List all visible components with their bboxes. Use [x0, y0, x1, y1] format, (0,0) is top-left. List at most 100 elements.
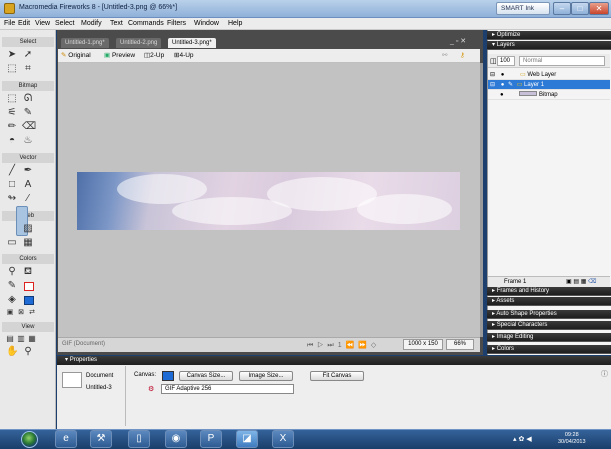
properties-header[interactable]: ▾ Properties — [57, 356, 611, 365]
menu-window[interactable]: Window — [194, 19, 219, 29]
full-screen-icon[interactable]: ▦ — [26, 333, 38, 345]
opacity-field[interactable]: 100 — [497, 56, 515, 66]
hide-slices-icon[interactable]: ▦ — [22, 237, 34, 249]
rectangle-tool-icon[interactable]: □ — [6, 179, 18, 191]
slice-tool-icon[interactable]: ▨ — [22, 223, 34, 235]
brush-tool-icon[interactable]: ✎ — [22, 107, 34, 119]
new-sublayer-icon[interactable]: ▣ — [566, 279, 572, 285]
pencil-lock-icon[interactable]: ✎ — [508, 82, 513, 88]
taskbar-clock[interactable]: 09:28 30/04/2013 — [558, 432, 586, 446]
menu-view[interactable]: View — [35, 19, 50, 29]
line-tool-icon[interactable]: ╱ — [6, 165, 18, 177]
fill-color-swatch[interactable] — [24, 296, 34, 305]
menu-file[interactable]: File — [4, 19, 15, 29]
image-size-button[interactable]: Image Size... — [239, 371, 293, 381]
maximize-button[interactable]: □ — [571, 2, 589, 15]
menu-select[interactable]: Select — [55, 19, 74, 29]
tools-app-icon[interactable]: ⚒ — [90, 430, 112, 448]
canvas-bitmap-clouds[interactable] — [77, 172, 460, 230]
canvas-color-swatch[interactable] — [162, 371, 174, 381]
collapse-icon[interactable]: ⊟ — [490, 72, 495, 78]
start-button[interactable] — [21, 431, 38, 448]
magic-wand-icon[interactable]: ⚟ — [6, 107, 18, 119]
show-slices-icon[interactable]: ▭ — [6, 237, 18, 249]
stroke-color-swatch[interactable] — [24, 282, 34, 291]
eraser-tool-icon[interactable]: ⌫ — [22, 121, 36, 133]
close-button[interactable]: ✕ — [589, 2, 609, 15]
four-up-view-button[interactable]: ⊞4-Up — [174, 50, 194, 62]
document-window-controls[interactable]: _ ▫ ✕ — [450, 37, 466, 45]
layers-panel-header[interactable]: ▾ Layers — [487, 41, 611, 50]
lasso-tool-icon[interactable]: ᘏ — [22, 93, 34, 105]
help-icon[interactable]: ⓘ — [601, 369, 608, 379]
assets-panel-header[interactable]: ▸ Assets — [487, 297, 611, 306]
quick-export-icon[interactable]: ⚷ — [460, 50, 465, 62]
text-tool-icon[interactable]: A — [22, 179, 34, 191]
file-explorer-icon[interactable]: ▯ — [128, 430, 150, 448]
original-view-button[interactable]: ✎ Original — [61, 50, 91, 62]
swap-colors-icon[interactable]: ⇄ — [26, 307, 38, 319]
visibility-eye-icon[interactable]: ● — [500, 92, 504, 98]
layer-row-bitmap[interactable]: ● Bitmap — [488, 90, 610, 100]
frame-playback-controls[interactable]: ⏮ ▷ ⏭ 1 ⏪ ⏩ ◇ — [307, 341, 377, 350]
canvas-size-button[interactable]: Canvas Size... — [179, 371, 233, 381]
hand-tool-icon[interactable]: ✋ — [6, 346, 18, 358]
minimize-button[interactable]: – — [553, 2, 571, 15]
pencil-tool-icon[interactable]: ✏ — [6, 121, 18, 133]
crop-tool-icon[interactable]: ⌗ — [22, 63, 34, 75]
vertical-scrollbar[interactable] — [480, 63, 483, 337]
smart-ink-button[interactable]: SMART Ink — [496, 2, 550, 15]
freeform-tool-icon[interactable]: ↬ — [6, 193, 18, 205]
zoom-level-select[interactable]: 66% — [446, 339, 474, 350]
paint-bucket-icon[interactable]: ⛾ — [22, 266, 34, 278]
preview-icon: ▣ — [104, 52, 111, 59]
internet-explorer-icon[interactable]: e — [55, 430, 77, 448]
menu-edit[interactable]: Edit — [18, 19, 30, 29]
menu-text[interactable]: Text — [110, 19, 123, 29]
zoom-tool-icon[interactable]: ⚲ — [22, 346, 34, 358]
menu-commands[interactable]: Commands — [128, 19, 164, 29]
scale-tool-icon[interactable]: ⬚ — [6, 63, 18, 75]
fill-color-icon[interactable]: ◈ — [6, 294, 18, 306]
preview-view-button[interactable]: ▣ Preview — [104, 50, 135, 62]
two-up-view-button[interactable]: ◫2-Up — [144, 50, 164, 62]
blend-mode-select[interactable]: Normal — [519, 56, 605, 66]
media-player-icon[interactable]: ◉ — [165, 430, 187, 448]
pointer-tool-icon[interactable]: ➤ — [6, 49, 18, 61]
colors-panel-header[interactable]: ▸ Colors — [487, 345, 611, 354]
visibility-eye-icon[interactable]: ● — [501, 82, 505, 88]
frames-history-panel-header[interactable]: ▸ Frames and History — [487, 287, 611, 296]
marquee-tool-icon[interactable]: ⬚ — [6, 93, 18, 105]
system-tray-icons[interactable]: ▴ ✿ ◀ — [513, 435, 532, 443]
fit-canvas-button[interactable]: Fit Canvas — [310, 371, 364, 381]
blur-tool-icon[interactable]: ◓ — [6, 135, 18, 147]
image-editing-panel-header[interactable]: ▸ Image Editing — [487, 333, 611, 342]
menu-help[interactable]: Help — [228, 19, 242, 29]
export-preview-icon[interactable]: ⚯ — [442, 50, 447, 62]
eyedropper-tool-icon[interactable]: ⚲ — [6, 266, 18, 278]
tab-untitled-2[interactable]: Untitled-2.png — [116, 38, 162, 48]
excel-icon[interactable]: X — [272, 430, 294, 448]
auto-shape-panel-header[interactable]: ▸ Auto Shape Properties — [487, 310, 611, 319]
pen-tool-icon[interactable]: ✒ — [22, 165, 34, 177]
subselection-tool-icon[interactable]: ➚ — [22, 49, 34, 61]
menu-modify[interactable]: Modify — [81, 19, 102, 29]
rubber-stamp-icon[interactable]: ♨ — [22, 135, 34, 147]
layer-row-layer-1[interactable]: ⊟ ● ✎ ▭ Layer 1 — [488, 80, 610, 90]
layer-row-web-layer[interactable]: ⊟ ● ▭ Web Layer — [488, 70, 610, 80]
delete-layer-icon[interactable]: ⌫ — [588, 279, 596, 285]
palette-select[interactable]: GIF Adaptive 256 — [161, 384, 294, 394]
tab-untitled-3[interactable]: Untitled-3.png* — [168, 38, 216, 48]
fireworks-task-icon[interactable]: ◪ — [236, 430, 258, 448]
tab-untitled-1[interactable]: Untitled-1.png* — [61, 38, 109, 48]
visibility-eye-icon[interactable]: ● — [501, 72, 505, 78]
optimize-panel-header[interactable]: ▸ Optimize — [487, 31, 611, 40]
special-characters-panel-header[interactable]: ▸ Special Characters — [487, 321, 611, 330]
stroke-color-icon[interactable]: ✎ — [6, 280, 18, 292]
collapse-icon[interactable]: ⊟ — [490, 82, 495, 88]
new-layer-icon[interactable]: ▤ — [573, 279, 579, 285]
knife-tool-icon[interactable]: ⁄ — [22, 193, 34, 205]
powerpoint-icon[interactable]: P — [200, 430, 222, 448]
menu-filters[interactable]: Filters — [167, 19, 186, 29]
new-bitmap-icon[interactable]: ▦ — [581, 279, 587, 285]
